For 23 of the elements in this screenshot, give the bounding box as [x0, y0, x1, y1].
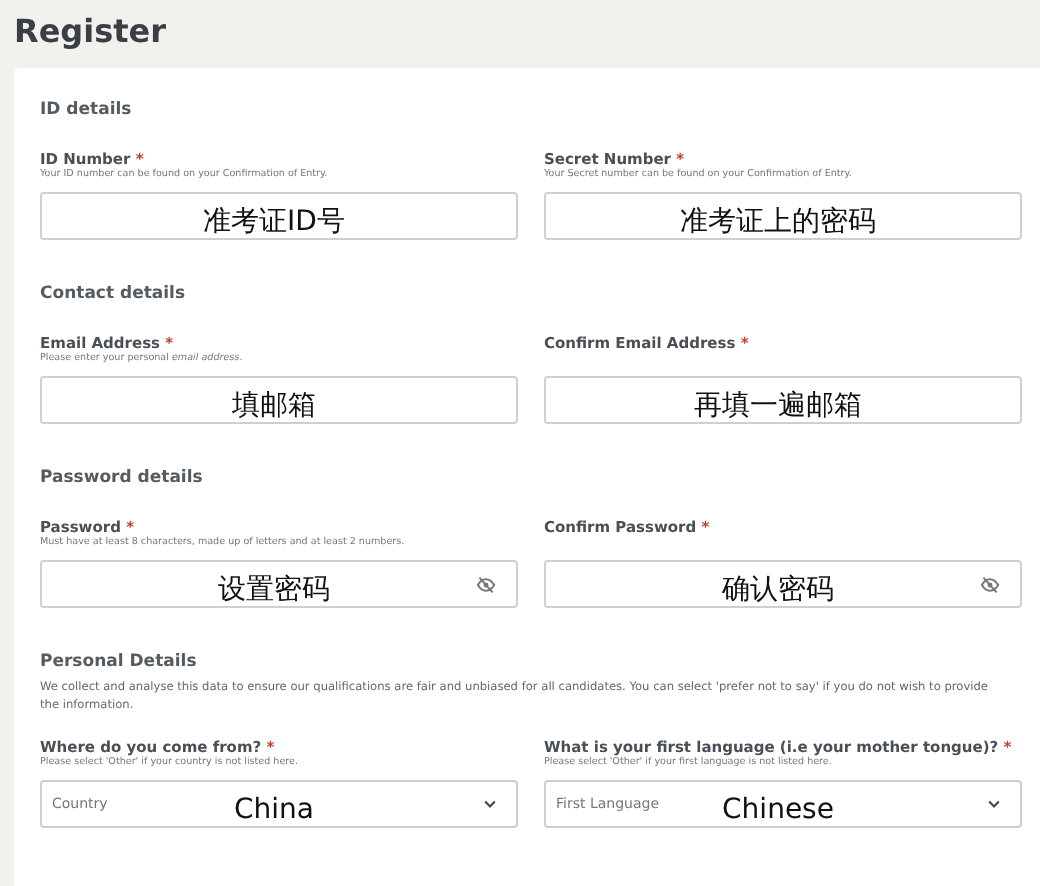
input-field[interactable]: 填邮箱 [40, 376, 518, 424]
page-title: Register [12, 10, 169, 54]
eye-slash-icon[interactable] [980, 575, 1000, 593]
section-title: Password details [40, 468, 205, 488]
annotation-text: Chinese [722, 794, 834, 827]
eye-slash-icon[interactable] [476, 575, 496, 593]
annotation-text: China [234, 794, 314, 827]
section-title: Personal Details [40, 652, 199, 672]
password-field[interactable]: 确认密码 [544, 560, 1022, 608]
annotation-text: 设置密码 [218, 574, 330, 606]
input-field[interactable]: 准考证上的密码 [544, 192, 1022, 240]
annotation-text: 再填一遍邮箱 [694, 390, 862, 422]
input-field[interactable]: 准考证ID号 [40, 192, 518, 240]
section-title: Contact details [40, 284, 188, 304]
annotation-text: 准考证上的密码 [680, 206, 876, 238]
annotation-text: 准考证ID号 [203, 206, 345, 238]
chevron-down-icon [988, 800, 1000, 809]
annotation-text: 确认密码 [722, 574, 834, 606]
password-field[interactable]: 设置密码 [40, 560, 518, 608]
section-title: ID details [40, 100, 134, 120]
input-field[interactable]: 再填一遍邮箱 [544, 376, 1022, 424]
chevron-down-icon [484, 800, 496, 809]
annotation-text: 填邮箱 [232, 390, 316, 422]
